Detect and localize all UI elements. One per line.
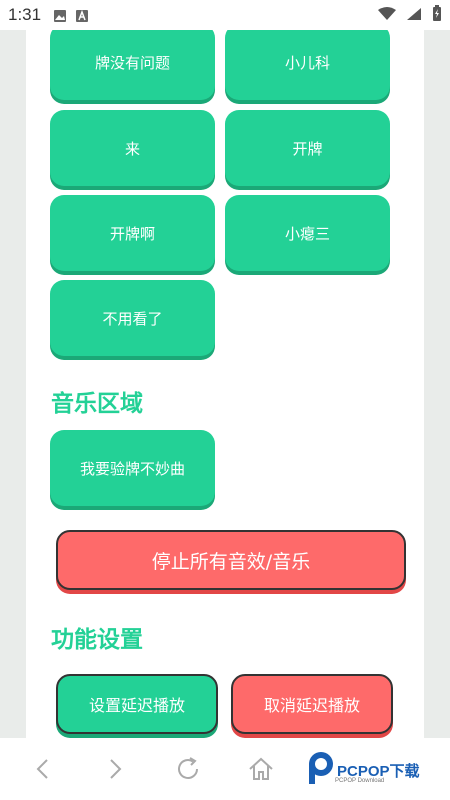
sound-button-7[interactable]: 不用看了 bbox=[50, 280, 215, 356]
forward-icon[interactable] bbox=[100, 754, 130, 784]
battery-icon bbox=[432, 5, 442, 25]
sound-button-4[interactable]: 开牌 bbox=[225, 110, 390, 186]
image-icon bbox=[53, 8, 67, 22]
stop-all-button[interactable]: 停止所有音效/音乐 bbox=[56, 530, 406, 590]
pcpop-logo-icon bbox=[305, 750, 337, 790]
sound-button-3[interactable]: 来 bbox=[50, 110, 215, 186]
home-icon[interactable] bbox=[246, 754, 276, 784]
brand-sub: PCPOP Download bbox=[335, 778, 385, 784]
sound-button-5[interactable]: 开牌啊 bbox=[50, 195, 215, 271]
sound-button-1[interactable]: 牌没有问题 bbox=[50, 30, 215, 100]
sound-button-2[interactable]: 小儿科 bbox=[225, 30, 390, 100]
music-section-title: 音乐区域 bbox=[51, 391, 143, 417]
cancel-delay-button[interactable]: 取消延迟播放 bbox=[231, 674, 393, 734]
status-bar: 1:31 bbox=[0, 0, 450, 30]
signal-icon bbox=[406, 6, 422, 25]
music-track-button[interactable]: 我要验牌不妙曲 bbox=[50, 430, 215, 506]
app-a-icon bbox=[75, 8, 89, 22]
back-icon[interactable] bbox=[28, 754, 58, 784]
refresh-icon[interactable] bbox=[173, 754, 203, 784]
sound-button-6[interactable]: 小瘪三 bbox=[225, 195, 390, 271]
set-delay-button[interactable]: 设置延迟播放 bbox=[56, 674, 218, 734]
wifi-icon bbox=[378, 6, 396, 25]
brand-watermark: PCPOP下载 PCPOP Download bbox=[305, 750, 420, 790]
content-area: 牌没有问题 小儿科 来 开牌 开牌啊 小瘪三 不用看了 音乐区域 我要验牌不妙曲… bbox=[26, 30, 424, 738]
status-time: 1:31 bbox=[8, 5, 42, 24]
settings-section-title: 功能设置 bbox=[51, 627, 143, 653]
